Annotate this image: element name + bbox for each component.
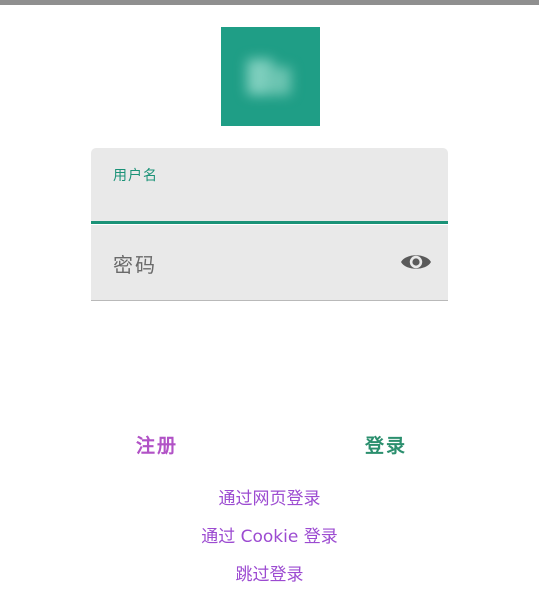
skip-login-link-label: 跳过登录 — [235, 565, 304, 585]
username-field[interactable]: 用户名 — [91, 148, 448, 224]
web-login-link[interactable]: 通过网页登录 — [0, 484, 539, 509]
password-field[interactable]: 密码 — [91, 225, 448, 301]
username-label: 用户名 — [113, 168, 158, 184]
app-logo — [221, 27, 320, 126]
skip-login-link[interactable]: 跳过登录 — [0, 560, 539, 585]
cookie-login-link-label: 通过 Cookie 登录 — [201, 527, 338, 547]
password-placeholder: 密码 — [113, 253, 157, 277]
cookie-login-link[interactable]: 通过 Cookie 登录 — [0, 522, 539, 547]
web-login-link-label: 通过网页登录 — [218, 489, 321, 509]
eye-icon[interactable] — [399, 251, 433, 273]
login-button[interactable]: 登录 — [365, 431, 407, 458]
status-bar — [0, 0, 539, 5]
app-logo-icon — [243, 53, 297, 101]
register-button[interactable]: 注册 — [136, 431, 178, 458]
